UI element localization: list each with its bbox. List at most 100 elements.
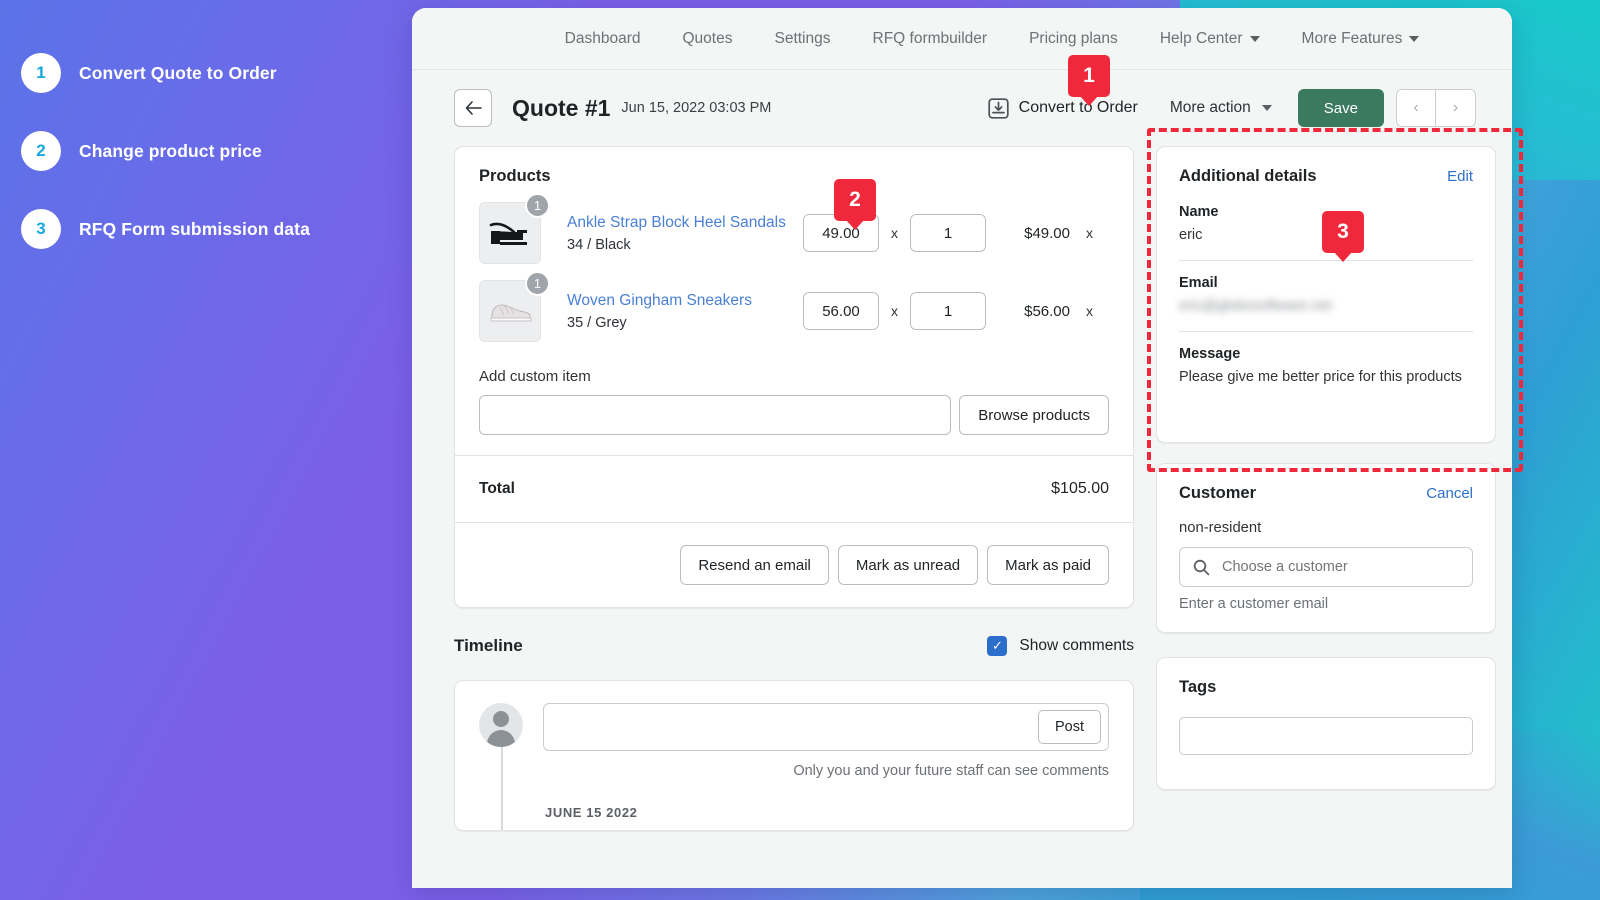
tags-input[interactable] xyxy=(1179,717,1473,755)
nav-item-quotes[interactable]: Quotes xyxy=(662,30,754,48)
app-window: Dashboard Quotes Settings RFQ formbuilde… xyxy=(412,8,1512,888)
convert-to-order-label: Convert to Order xyxy=(1019,99,1138,117)
nav-item-help-center[interactable]: Help Center xyxy=(1139,30,1281,48)
comment-input[interactable] xyxy=(558,719,1038,735)
field-key: Message xyxy=(1179,346,1473,362)
more-action-dropdown[interactable]: More action xyxy=(1170,99,1272,117)
product-qty-badge: 1 xyxy=(525,193,550,218)
tags-title: Tags xyxy=(1179,678,1473,697)
custom-item-input[interactable] xyxy=(479,395,951,435)
annotation-marker-3: 3 xyxy=(1322,211,1364,253)
nav-label: Quotes xyxy=(683,30,733,48)
back-button[interactable] xyxy=(454,89,492,127)
comment-composer-row: Post xyxy=(479,703,1109,751)
next-page-button[interactable]: › xyxy=(1436,89,1476,127)
product-line-total: $56.00 xyxy=(1008,303,1070,320)
remove-product-icon[interactable]: x xyxy=(1086,303,1093,319)
product-variant: 34 / Black xyxy=(567,237,803,253)
product-name-link[interactable]: Woven Gingham Sneakers xyxy=(567,291,803,312)
save-button[interactable]: Save xyxy=(1298,89,1384,127)
search-icon xyxy=(1193,559,1210,576)
nav-item-dashboard[interactable]: Dashboard xyxy=(544,30,662,48)
add-custom-item-label: Add custom item xyxy=(479,368,1109,385)
step-number-1: 1 xyxy=(21,53,61,93)
products-card: Products xyxy=(454,146,1134,608)
add-custom-item-row: Browse products xyxy=(479,395,1109,435)
customer-card: Customer Cancel non-resident Enter a cus… xyxy=(1156,463,1496,633)
convert-to-order-button[interactable]: Convert to Order xyxy=(988,98,1138,119)
previous-page-button[interactable]: ‹ xyxy=(1396,89,1436,127)
mark-as-unread-button[interactable]: Mark as unread xyxy=(838,545,978,585)
quote-header: Quote #1 Jun 15, 2022 03:03 PM Convert t… xyxy=(412,70,1512,146)
nav-label: Help Center xyxy=(1160,30,1243,48)
customer-title: Customer xyxy=(1179,484,1256,503)
sneaker-icon xyxy=(486,298,534,324)
nav-item-rfq-formbuilder[interactable]: RFQ formbuilder xyxy=(852,30,1009,48)
browse-products-button[interactable]: Browse products xyxy=(959,395,1109,435)
detail-field-message: Message Please give me better price for … xyxy=(1179,332,1473,422)
timeline-card: Post Only you and your future staff can … xyxy=(454,680,1134,831)
timeline-header: Timeline ✓ Show comments xyxy=(454,636,1134,656)
timeline-date-group: JUNE 15 2022 xyxy=(545,805,1109,820)
chevron-down-icon xyxy=(1409,36,1419,42)
step-number-3: 3 xyxy=(21,209,61,249)
customer-search-input[interactable] xyxy=(1222,559,1459,575)
timeline-title: Timeline xyxy=(454,636,523,656)
tags-card: Tags xyxy=(1156,657,1496,790)
step-item-3: 3 RFQ Form submission data xyxy=(21,209,310,249)
additional-details-header: Additional details Edit xyxy=(1179,167,1473,186)
quote-actions-row: Resend an email Mark as unread Mark as p… xyxy=(455,523,1133,607)
product-quantity-input[interactable] xyxy=(910,292,986,330)
product-thumbnail-wrap: 1 xyxy=(479,280,541,342)
products-title: Products xyxy=(479,167,1109,186)
show-comments-label: Show comments xyxy=(1019,637,1134,655)
show-comments-toggle[interactable]: ✓ Show comments xyxy=(987,636,1134,656)
remove-product-icon[interactable]: x xyxy=(1086,225,1093,241)
nav-item-pricing-plans[interactable]: Pricing plans xyxy=(1008,30,1139,48)
arrow-left-icon xyxy=(465,101,482,115)
product-info: Ankle Strap Block Heel Sandals 34 / Blac… xyxy=(567,213,803,254)
product-quantity-input[interactable] xyxy=(910,214,986,252)
cancel-customer-link[interactable]: Cancel xyxy=(1426,485,1473,502)
product-thumbnail-wrap: 1 xyxy=(479,202,541,264)
products-body: Products xyxy=(455,147,1133,455)
product-line-total: $49.00 xyxy=(1008,225,1070,242)
avatar xyxy=(479,703,523,747)
product-price-input[interactable] xyxy=(803,292,879,330)
product-row: 1 Ankle Strap Block Heel Sandals 34 / Bl… xyxy=(479,202,1109,264)
edit-additional-details-link[interactable]: Edit xyxy=(1447,168,1473,185)
nav-item-more-features[interactable]: More Features xyxy=(1281,30,1441,48)
customer-email-hint: Enter a customer email xyxy=(1179,596,1473,612)
nav-label: RFQ formbuilder xyxy=(873,30,988,48)
additional-details-title: Additional details xyxy=(1179,167,1317,186)
product-row: 1 Woven Gingham Sneakers 35 / Grey x $56… xyxy=(479,280,1109,342)
checkbox-checked-icon[interactable]: ✓ xyxy=(987,636,1007,656)
page-title: Quote #1 xyxy=(512,95,610,122)
nav-label: Dashboard xyxy=(565,30,641,48)
product-name-link[interactable]: Ankle Strap Block Heel Sandals xyxy=(567,213,803,234)
nav-label: Pricing plans xyxy=(1029,30,1118,48)
top-navigation: Dashboard Quotes Settings RFQ formbuilde… xyxy=(412,8,1512,70)
post-comment-button[interactable]: Post xyxy=(1038,710,1101,744)
step-item-1: 1 Convert Quote to Order xyxy=(21,53,277,93)
detail-field-email: Email eric@globosoftware.net xyxy=(1179,261,1473,332)
step-label-3: RFQ Form submission data xyxy=(79,219,310,240)
sandal-icon xyxy=(487,216,533,250)
import-to-tray-icon xyxy=(988,98,1009,119)
field-value: Please give me better price for this pro… xyxy=(1179,367,1473,388)
product-variant: 35 / Grey xyxy=(567,315,803,331)
main-column: Products xyxy=(454,146,1134,831)
resend-email-button[interactable]: Resend an email xyxy=(680,545,829,585)
customer-search-box xyxy=(1179,547,1473,587)
mark-as-paid-button[interactable]: Mark as paid xyxy=(987,545,1109,585)
nav-label: More Features xyxy=(1302,30,1403,48)
step-item-2: 2 Change product price xyxy=(21,131,262,171)
step-number-2: 2 xyxy=(21,131,61,171)
total-value: $105.00 xyxy=(1051,480,1109,498)
product-qty-badge: 1 xyxy=(525,271,550,296)
field-key: Email xyxy=(1179,275,1473,291)
customer-header: Customer Cancel xyxy=(1179,484,1473,503)
chevron-down-icon xyxy=(1262,105,1272,111)
steps-rail: 1 Convert Quote to Order 2 Change produc… xyxy=(0,0,412,900)
nav-item-settings[interactable]: Settings xyxy=(753,30,851,48)
